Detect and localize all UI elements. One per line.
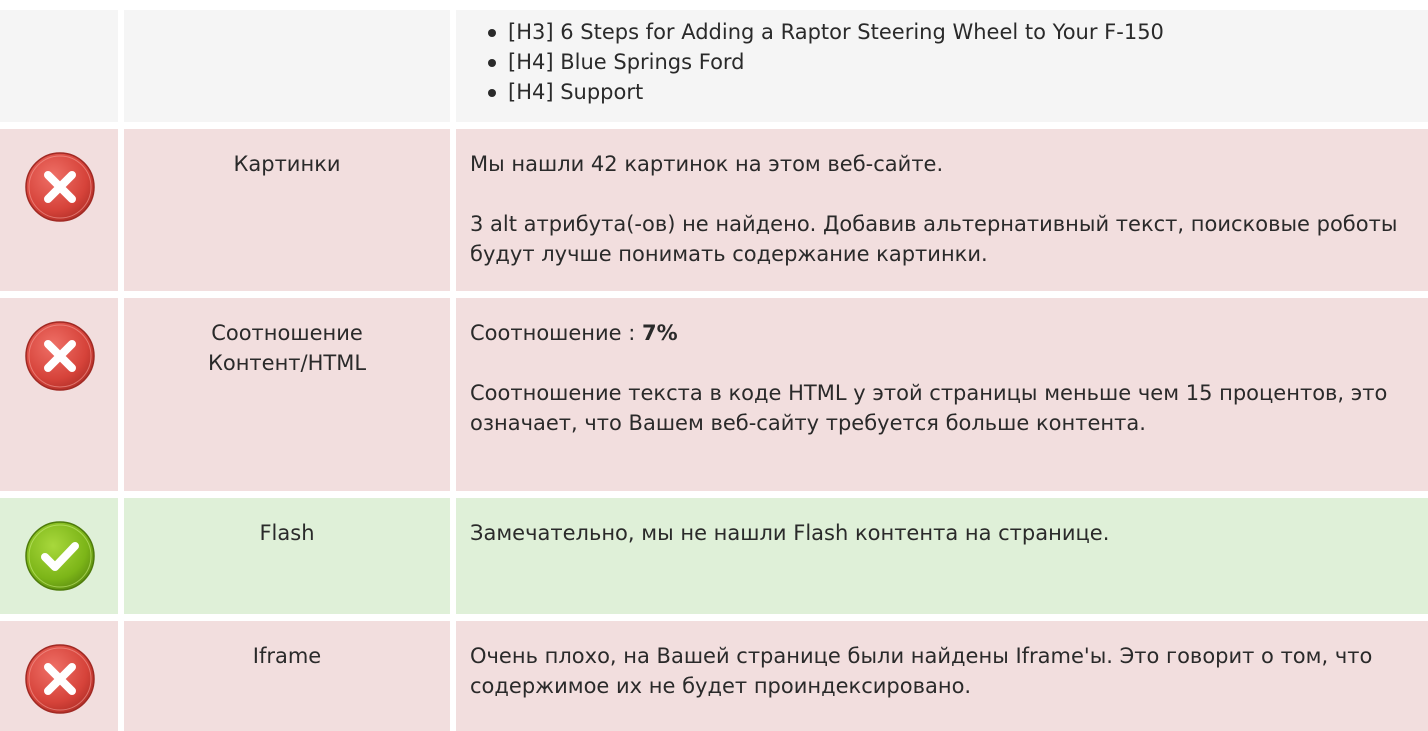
list-item: [H3] 6 Steps for Adding a Raptor Steerin… [488,17,1416,47]
flash-status-cell [0,498,118,614]
images-status-cell [0,129,118,291]
headings-name-cell [124,10,450,122]
x-circle-icon [25,152,95,222]
content-ratio-row: Соотношение Контент/HTML Соотношение : 7… [0,298,1428,491]
ratio-value-line: Соотношение : 7% [470,318,1416,348]
headings-icon-cell [0,10,118,122]
ratio-caption: Соотношение : [470,321,643,345]
list-item: [H4] Support [488,77,1416,107]
iframe-details: Очень плохо, на Вашей странице были найд… [456,621,1428,731]
flash-text: Замечательно, мы не нашли Flash контента… [470,521,1110,545]
x-circle-icon [25,321,95,391]
ratio-value: 7% [642,321,678,345]
iframe-row: Iframe Очень плохо, на Вашей странице бы… [0,621,1428,731]
flash-label: Flash [124,498,450,614]
list-item: [H4] Blue Springs Ford [488,47,1416,77]
headings-body-cell: [H3] 6 Steps for Adding a Raptor Steerin… [456,10,1428,122]
images-count-text: Мы нашли 42 картинок на этом веб-сайте. [470,152,944,176]
ratio-explanation: Соотношение текста в коде HTML у этой ст… [470,381,1388,435]
iframe-status-cell [0,621,118,731]
iframe-text: Очень плохо, на Вашей странице были найд… [470,644,1373,698]
flash-details: Замечательно, мы не нашли Flash контента… [456,498,1428,614]
images-alt-text: 3 alt атрибута(-ов) не найдено. Добавив … [470,212,1398,266]
headings-row: [H3] 6 Steps for Adding a Raptor Steerin… [0,10,1428,122]
ratio-status-cell [0,298,118,491]
x-circle-icon [25,644,95,714]
iframe-label: Iframe [124,621,450,731]
images-details: Мы нашли 42 картинок на этом веб-сайте. … [456,129,1428,291]
seo-report: [H3] 6 Steps for Adding a Raptor Steerin… [0,0,1428,731]
headings-list: [H3] 6 Steps for Adding a Raptor Steerin… [470,17,1416,107]
images-label: Картинки [124,129,450,291]
ratio-details: Соотношение : 7% Соотношение текста в ко… [456,298,1428,491]
images-row: Картинки Мы нашли 42 картинок на этом ве… [0,129,1428,291]
flash-row: Flash Замечательно, мы не нашли Flash ко… [0,498,1428,614]
ratio-label: Соотношение Контент/HTML [124,298,450,491]
check-circle-icon [25,521,95,591]
